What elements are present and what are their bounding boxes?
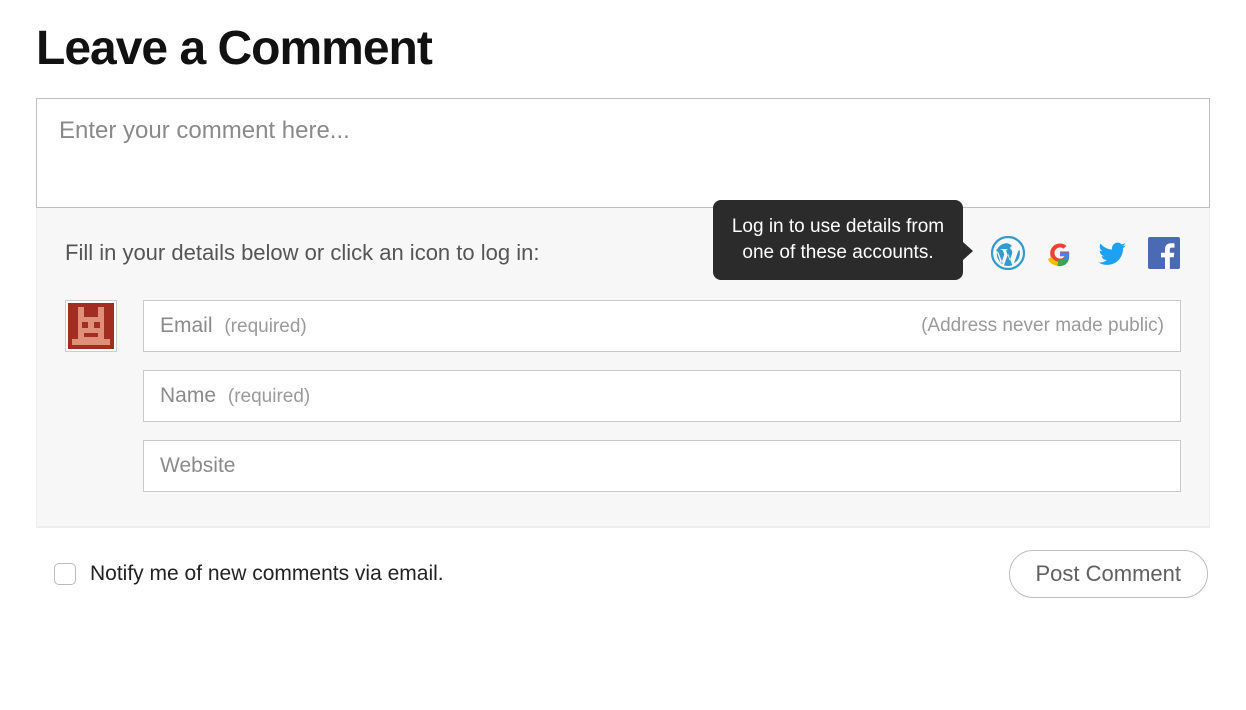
name-hint: (required) <box>228 386 310 407</box>
email-field[interactable]: Email (required) (Address never made pub… <box>143 300 1181 352</box>
facebook-icon[interactable] <box>1147 236 1181 270</box>
login-instructions: Fill in your details below or click an i… <box>65 240 979 266</box>
post-comment-button[interactable]: Post Comment <box>1009 550 1209 598</box>
email-label: Email <box>160 314 213 337</box>
email-privacy-hint: (Address never made public) <box>921 315 1164 337</box>
email-hint: (required) <box>224 316 306 337</box>
page-title: Leave a Comment <box>36 24 1210 74</box>
website-label: Website <box>160 454 235 477</box>
social-login-icons <box>991 236 1181 270</box>
google-icon[interactable] <box>1043 236 1077 270</box>
wordpress-icon[interactable] <box>991 236 1025 270</box>
name-label: Name <box>160 384 216 407</box>
website-field[interactable]: Website <box>143 440 1181 492</box>
notify-checkbox[interactable] <box>54 563 76 585</box>
avatar <box>65 300 117 352</box>
notify-checkbox-row[interactable]: Notify me of new comments via email. <box>54 562 444 586</box>
twitter-icon[interactable] <box>1095 236 1129 270</box>
comment-textarea[interactable] <box>36 98 1210 208</box>
name-field[interactable]: Name (required) <box>143 370 1181 422</box>
avatar-icon <box>68 303 114 349</box>
notify-label: Notify me of new comments via email. <box>90 562 444 586</box>
